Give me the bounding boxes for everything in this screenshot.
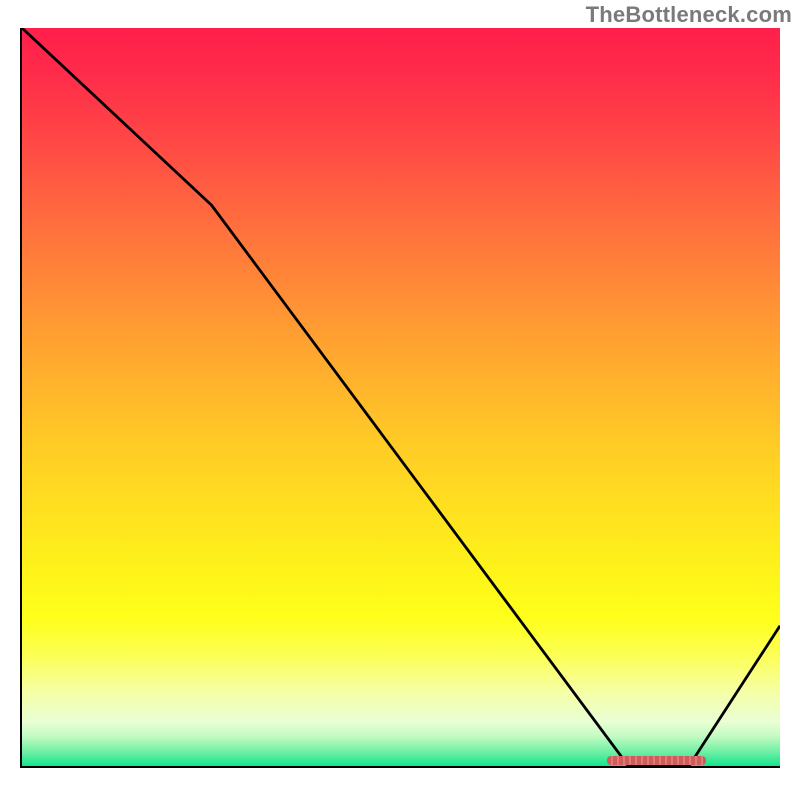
watermark-text: TheBottleneck.com (586, 2, 792, 28)
chart-container: TheBottleneck.com (0, 0, 800, 800)
plot-area (20, 28, 780, 768)
bottleneck-curve (22, 28, 780, 766)
optimal-range-marker (607, 756, 706, 765)
